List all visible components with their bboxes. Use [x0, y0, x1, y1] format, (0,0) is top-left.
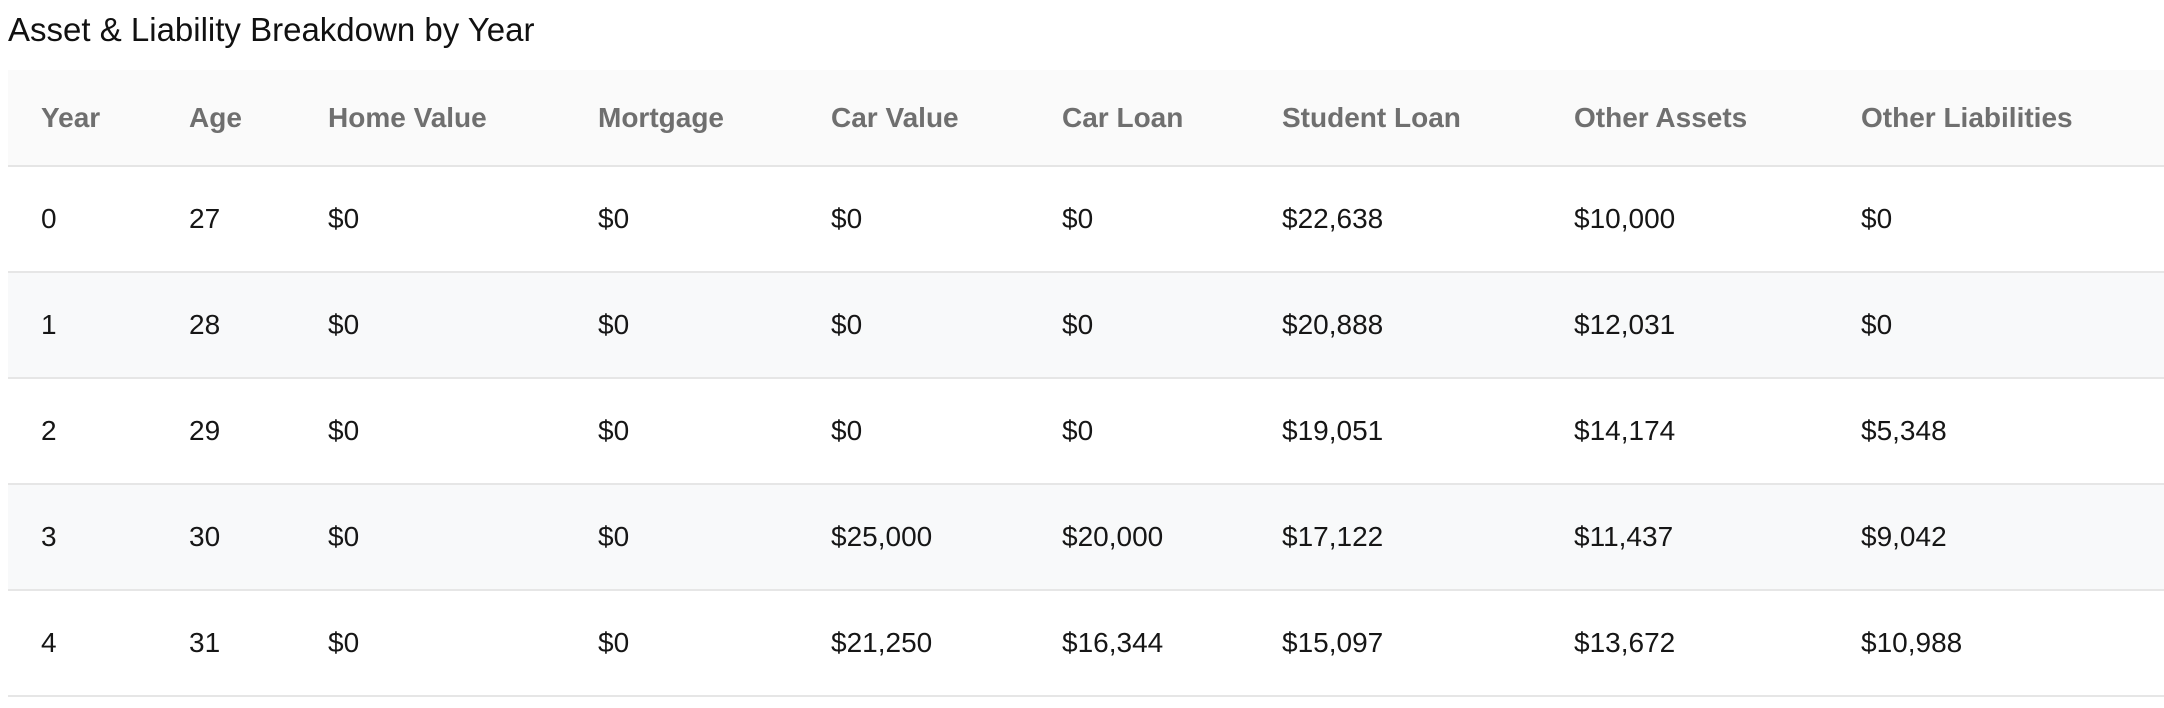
table-row: 2 29 $0 $0 $0 $0 $19,051 $14,174 $5,348 — [8, 378, 2164, 485]
cell-mortgage: $0 — [565, 272, 798, 379]
column-header-mortgage: Mortgage — [565, 70, 798, 167]
table-row: 1 28 $0 $0 $0 $0 $20,888 $12,031 $0 — [8, 272, 2164, 379]
cell-mortgage: $0 — [565, 590, 798, 697]
breakdown-panel: Asset & Liability Breakdown by Year Year… — [0, 0, 2164, 708]
cell-car-loan: $16,344 — [1029, 590, 1249, 697]
breakdown-table: Year Age Home Value Mortgage Car Value C… — [8, 70, 2164, 697]
column-header-year: Year — [8, 70, 156, 167]
table-header: Year Age Home Value Mortgage Car Value C… — [8, 70, 2164, 167]
column-header-student-loan: Student Loan — [1249, 70, 1541, 167]
cell-other-assets: $11,437 — [1541, 484, 1828, 591]
cell-car-value: $21,250 — [798, 590, 1029, 697]
table-container[interactable]: Year Age Home Value Mortgage Car Value C… — [8, 70, 2164, 708]
cell-home-value: $0 — [295, 484, 565, 591]
cell-student-loan: $17,122 — [1249, 484, 1541, 591]
cell-home-value: $0 — [295, 272, 565, 379]
cell-year: 0 — [8, 166, 156, 273]
cell-other-liabilities: $10,988 — [1828, 590, 2164, 697]
column-header-other-assets: Other Assets — [1541, 70, 1828, 167]
cell-mortgage: $0 — [565, 166, 798, 273]
cell-car-loan: $0 — [1029, 272, 1249, 379]
cell-mortgage: $0 — [565, 484, 798, 591]
cell-car-value: $0 — [798, 272, 1029, 379]
cell-age: 28 — [156, 272, 295, 379]
cell-student-loan: $19,051 — [1249, 378, 1541, 485]
cell-other-liabilities: $9,042 — [1828, 484, 2164, 591]
cell-year: 4 — [8, 590, 156, 697]
cell-student-loan: $15,097 — [1249, 590, 1541, 697]
cell-year: 1 — [8, 272, 156, 379]
table-row: 3 30 $0 $0 $25,000 $20,000 $17,122 $11,4… — [8, 484, 2164, 591]
cell-other-assets: $13,672 — [1541, 590, 1828, 697]
cell-age: 30 — [156, 484, 295, 591]
cell-age: 29 — [156, 378, 295, 485]
column-header-car-loan: Car Loan — [1029, 70, 1249, 167]
table-row: 0 27 $0 $0 $0 $0 $22,638 $10,000 $0 — [8, 166, 2164, 273]
cell-home-value: $0 — [295, 590, 565, 697]
cell-other-liabilities: $5,348 — [1828, 378, 2164, 485]
cell-year: 3 — [8, 484, 156, 591]
cell-mortgage: $0 — [565, 378, 798, 485]
cell-year: 2 — [8, 378, 156, 485]
cell-other-assets: $14,174 — [1541, 378, 1828, 485]
table-row: 4 31 $0 $0 $21,250 $16,344 $15,097 $13,6… — [8, 590, 2164, 697]
column-header-age: Age — [156, 70, 295, 167]
column-header-other-liabilities: Other Liabilities — [1828, 70, 2164, 167]
cell-student-loan: $20,888 — [1249, 272, 1541, 379]
cell-car-value: $0 — [798, 166, 1029, 273]
cell-age: 31 — [156, 590, 295, 697]
cell-home-value: $0 — [295, 166, 565, 273]
cell-age: 27 — [156, 166, 295, 273]
cell-other-liabilities: $0 — [1828, 272, 2164, 379]
cell-car-loan: $0 — [1029, 378, 1249, 485]
cell-car-value: $0 — [798, 378, 1029, 485]
cell-home-value: $0 — [295, 378, 565, 485]
cell-other-liabilities: $0 — [1828, 166, 2164, 273]
header-row: Year Age Home Value Mortgage Car Value C… — [8, 70, 2164, 167]
cell-car-loan: $20,000 — [1029, 484, 1249, 591]
column-header-car-value: Car Value — [798, 70, 1029, 167]
cell-car-value: $25,000 — [798, 484, 1029, 591]
column-header-home-value: Home Value — [295, 70, 565, 167]
cell-other-assets: $10,000 — [1541, 166, 1828, 273]
section-title: Asset & Liability Breakdown by Year — [8, 11, 535, 48]
cell-car-loan: $0 — [1029, 166, 1249, 273]
cell-other-assets: $12,031 — [1541, 272, 1828, 379]
cell-student-loan: $22,638 — [1249, 166, 1541, 273]
table-body: 0 27 $0 $0 $0 $0 $22,638 $10,000 $0 1 28… — [8, 166, 2164, 697]
